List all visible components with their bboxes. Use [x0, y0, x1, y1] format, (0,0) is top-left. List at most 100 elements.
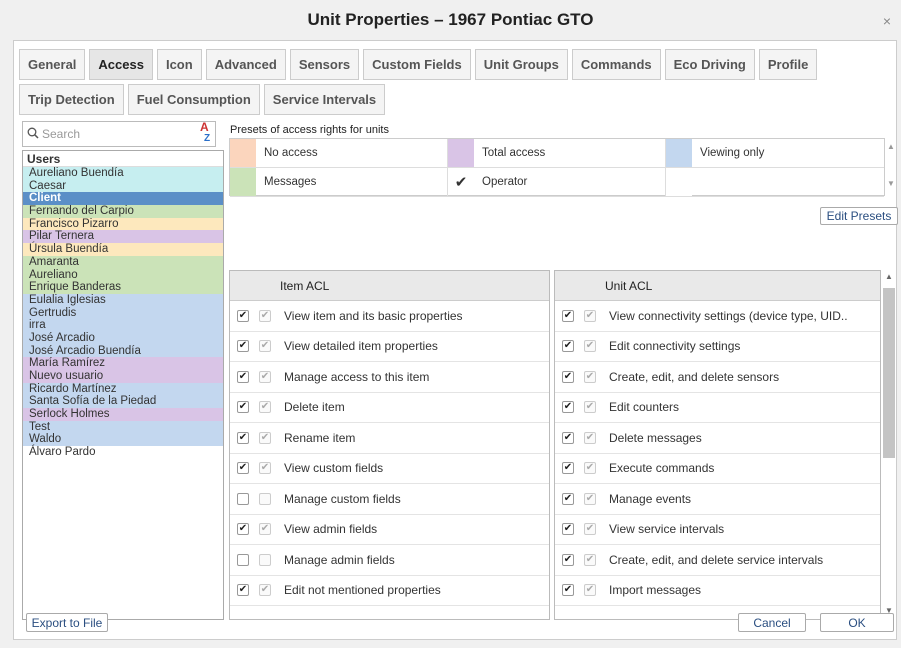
- preset-cell[interactable]: No access: [230, 139, 448, 168]
- sort-az-icon[interactable]: AZ: [200, 121, 210, 145]
- scrollbar-thumb[interactable]: [883, 288, 895, 458]
- user-list-item[interactable]: Enrique Banderas: [23, 281, 223, 294]
- permission-checkbox[interactable]: [237, 492, 249, 505]
- permission-checkbox[interactable]: ✔: [237, 401, 249, 414]
- tab-trip-detection[interactable]: Trip Detection: [19, 84, 124, 115]
- inherited-checkbox[interactable]: ✔: [259, 340, 271, 353]
- check-icon: ✔: [260, 462, 270, 474]
- inherited-checkbox[interactable]: ✔: [584, 523, 596, 536]
- user-list-item[interactable]: José Arcadio: [23, 331, 223, 345]
- preset-cell[interactable]: Total access: [448, 139, 666, 168]
- tab-commands[interactable]: Commands: [571, 49, 661, 80]
- tab-profile[interactable]: Profile: [758, 49, 818, 80]
- search-input[interactable]: Search: [42, 127, 80, 141]
- inherited-checkbox[interactable]: ✔: [259, 462, 271, 475]
- permission-checkbox[interactable]: ✔: [237, 340, 249, 353]
- permission-checkbox[interactable]: ✔: [562, 523, 574, 536]
- preset-cell[interactable]: Viewing only: [666, 139, 884, 168]
- user-list-item[interactable]: Waldo: [23, 433, 223, 447]
- user-list-item[interactable]: Álvaro Pardo: [23, 446, 223, 459]
- permission-checkbox[interactable]: ✔: [562, 401, 574, 414]
- scroll-up-icon[interactable]: ▲: [885, 142, 897, 151]
- user-list-item[interactable]: Aureliano: [23, 268, 223, 282]
- ok-button[interactable]: OK: [820, 613, 894, 632]
- user-list-item[interactable]: María Ramírez: [23, 357, 223, 370]
- inherited-checkbox[interactable]: ✔: [584, 370, 596, 383]
- permission-checkbox[interactable]: ✔: [562, 340, 574, 353]
- preset-cell[interactable]: ✔ Operator: [448, 168, 666, 197]
- user-list-item[interactable]: Pilar Ternera: [23, 230, 223, 244]
- permission-checkbox[interactable]: ✔: [562, 492, 574, 505]
- inherited-checkbox[interactable]: ✔: [584, 401, 596, 414]
- permission-checkbox[interactable]: ✔: [562, 584, 574, 597]
- user-list-item[interactable]: Fernando del Carpio: [23, 205, 223, 218]
- user-list-item[interactable]: Santa Sofía de la Piedad: [23, 395, 223, 409]
- presets-scrollbar[interactable]: ▲ ▼: [885, 138, 897, 196]
- edit-presets-button[interactable]: Edit Presets: [820, 207, 898, 225]
- user-list-item[interactable]: Francisco Pizarro: [23, 217, 223, 231]
- inherited-checkbox[interactable]: ✔: [259, 584, 271, 597]
- tab-advanced[interactable]: Advanced: [205, 49, 286, 80]
- permission-label: Manage access to this item: [284, 369, 430, 384]
- check-icon: ✔: [238, 340, 248, 352]
- preset-cell[interactable]: [666, 168, 884, 197]
- tab-general[interactable]: General: [19, 49, 86, 80]
- user-list-item[interactable]: Ricardo Martínez: [23, 382, 223, 396]
- export-to-file-button[interactable]: Export to File: [26, 613, 108, 632]
- inherited-checkbox[interactable]: ✔: [259, 431, 271, 444]
- permission-checkbox[interactable]: ✔: [237, 370, 249, 383]
- user-list-item[interactable]: Eulalia Iglesias: [23, 293, 223, 307]
- permission-checkbox[interactable]: ✔: [237, 431, 249, 444]
- inherited-checkbox[interactable]: [259, 492, 271, 505]
- search-field[interactable]: Search: [22, 121, 216, 147]
- inherited-checkbox[interactable]: ✔: [259, 523, 271, 536]
- inherited-checkbox[interactable]: ✔: [584, 492, 596, 505]
- preset-cell[interactable]: Messages: [230, 168, 448, 197]
- permission-checkbox[interactable]: ✔: [237, 309, 249, 322]
- scroll-up-icon[interactable]: ▲: [882, 272, 896, 281]
- tab-service-intervals[interactable]: Service Intervals: [263, 84, 386, 115]
- inherited-checkbox[interactable]: ✔: [259, 370, 271, 383]
- inherited-checkbox[interactable]: ✔: [584, 431, 596, 444]
- acl-row: ✔ ✔ View service intervals: [555, 515, 880, 545]
- inherited-checkbox[interactable]: ✔: [259, 309, 271, 322]
- user-list-item[interactable]: Client: [23, 192, 223, 206]
- inherited-checkbox[interactable]: ✔: [584, 462, 596, 475]
- tab-icon[interactable]: Icon: [156, 49, 202, 80]
- inherited-checkbox[interactable]: ✔: [584, 340, 596, 353]
- inherited-checkbox[interactable]: ✔: [259, 401, 271, 414]
- permission-checkbox[interactable]: ✔: [237, 523, 249, 536]
- user-list-item[interactable]: Serlock Holmes: [23, 408, 223, 421]
- user-list-item[interactable]: Aureliano Buendía: [23, 167, 223, 180]
- permission-checkbox[interactable]: ✔: [562, 370, 574, 383]
- user-list-item[interactable]: Caesar: [23, 179, 223, 193]
- user-list-item[interactable]: Nuevo usuario: [23, 370, 223, 383]
- user-list-item[interactable]: Amaranta: [23, 255, 223, 269]
- inherited-checkbox[interactable]: [259, 553, 271, 566]
- tab-access[interactable]: Access: [89, 49, 153, 80]
- permission-checkbox[interactable]: ✔: [562, 553, 574, 566]
- tab-unit-groups[interactable]: Unit Groups: [474, 49, 568, 80]
- inherited-checkbox[interactable]: ✔: [584, 584, 596, 597]
- scroll-down-icon[interactable]: ▼: [885, 179, 897, 188]
- inherited-checkbox[interactable]: ✔: [584, 553, 596, 566]
- tab-sensors[interactable]: Sensors: [289, 49, 360, 80]
- tab-custom-fields[interactable]: Custom Fields: [363, 49, 471, 80]
- user-list-item[interactable]: irra: [23, 319, 223, 332]
- tab-fuel-consumption[interactable]: Fuel Consumption: [127, 84, 260, 115]
- user-list-item[interactable]: Úrsula Buendía: [23, 243, 223, 256]
- permission-checkbox[interactable]: ✔: [562, 431, 574, 444]
- permission-checkbox[interactable]: ✔: [562, 462, 574, 475]
- permission-checkbox[interactable]: ✔: [237, 462, 249, 475]
- user-list-item[interactable]: Test: [23, 420, 223, 434]
- permission-checkbox[interactable]: [237, 553, 249, 566]
- cancel-button[interactable]: Cancel: [738, 613, 806, 632]
- inherited-checkbox[interactable]: ✔: [584, 309, 596, 322]
- permission-checkbox[interactable]: ✔: [237, 584, 249, 597]
- user-list-item[interactable]: José Arcadio Buendía: [23, 344, 223, 358]
- close-icon[interactable]: ×: [883, 13, 891, 29]
- tab-eco-driving[interactable]: Eco Driving: [664, 49, 755, 80]
- acl-scrollbar[interactable]: ▲ ▼: [882, 270, 896, 620]
- user-list-item[interactable]: Gertrudis: [23, 306, 223, 320]
- permission-checkbox[interactable]: ✔: [562, 309, 574, 322]
